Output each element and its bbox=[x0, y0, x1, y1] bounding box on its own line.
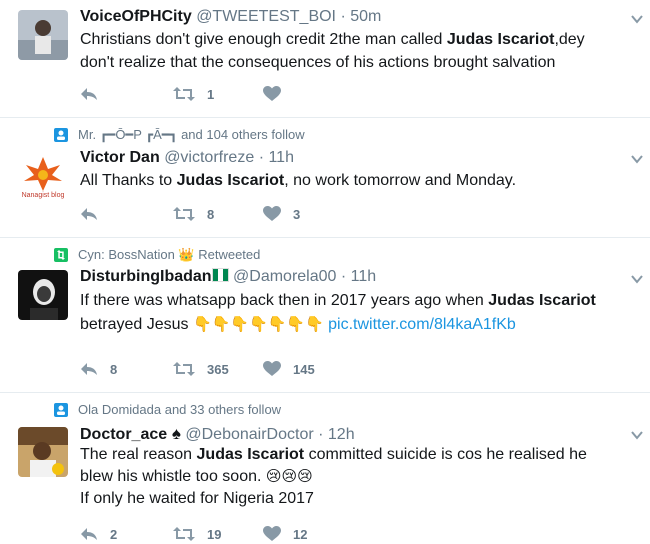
social-context[interactable]: Mr. ┏━Ō━P ┏Ā━┓ and 104 others follow bbox=[54, 127, 305, 143]
chevron-down-icon[interactable] bbox=[630, 428, 644, 442]
reply-count: 8 bbox=[110, 361, 118, 377]
reply-button[interactable] bbox=[80, 84, 98, 104]
heart-icon bbox=[263, 361, 281, 376]
retweet-button[interactable]: 365 bbox=[173, 359, 229, 379]
avatar-image bbox=[18, 427, 68, 477]
user-handle[interactable]: @victorfreze bbox=[164, 149, 254, 166]
tweet-header: Doctor_ace ♠ @DebonairDoctor · 12h bbox=[80, 424, 355, 444]
text-part: Christians don't give enough credit 2the… bbox=[80, 31, 447, 48]
chevron-down-icon[interactable] bbox=[630, 12, 644, 26]
chevron-down-icon[interactable] bbox=[630, 152, 644, 166]
like-count: 3 bbox=[293, 206, 301, 222]
follow-icon bbox=[54, 128, 68, 142]
reply-icon bbox=[81, 528, 97, 540]
text-part: If there was whatsapp back then in 2017 … bbox=[80, 292, 489, 309]
user-handle[interactable]: @TWEETEST_BOI bbox=[196, 8, 336, 25]
text-part: betrayed Jesus bbox=[80, 316, 193, 333]
like-button[interactable]: 145 bbox=[263, 359, 315, 379]
retweet-count: 19 bbox=[207, 526, 222, 542]
heart-icon bbox=[263, 526, 281, 541]
heart-icon bbox=[263, 206, 281, 221]
retweet-button[interactable]: 19 bbox=[173, 524, 221, 544]
retweet-context-icon bbox=[54, 248, 68, 262]
nigeria-flag-icon bbox=[211, 268, 229, 282]
social-context[interactable]: Cyn: BossNation 👑 Retweeted bbox=[54, 247, 260, 263]
tweet-time[interactable]: · 11h bbox=[341, 268, 376, 285]
highlight-text[interactable]: Judas Iscariot bbox=[197, 446, 305, 463]
tweet-1[interactable]: VoiceOfPHCity @TWEETEST_BOI · 50m Christ… bbox=[0, 0, 650, 118]
reply-icon bbox=[81, 88, 97, 100]
tweet-text: All Thanks to Judas Iscariot, no work to… bbox=[80, 169, 620, 192]
retweet-icon bbox=[173, 527, 195, 541]
text-part: The real reason bbox=[80, 446, 197, 463]
context-text: Cyn: BossNation 👑 Retweeted bbox=[78, 247, 261, 262]
reply-button[interactable]: 2 bbox=[80, 524, 117, 544]
tweet-text: If there was whatsapp back then in 2017 … bbox=[80, 289, 620, 337]
reply-button[interactable]: 8 bbox=[80, 359, 117, 379]
display-name[interactable]: Victor Dan bbox=[80, 149, 160, 166]
like-count: 12 bbox=[293, 526, 308, 542]
like-count: 145 bbox=[293, 361, 315, 377]
tweet-header: DisturbingIbadan @Damorela00 · 11h bbox=[80, 268, 376, 286]
retweet-count: 1 bbox=[207, 86, 215, 102]
highlight-text[interactable]: Judas Iscariot bbox=[447, 31, 555, 48]
reply-count: 2 bbox=[110, 526, 118, 542]
reply-icon bbox=[81, 363, 97, 375]
like-button[interactable]: 3 bbox=[263, 204, 300, 224]
avatar[interactable]: Nanagist blog bbox=[18, 153, 68, 203]
reply-button[interactable] bbox=[80, 204, 98, 224]
retweet-icon bbox=[173, 207, 195, 221]
like-button[interactable]: 12 bbox=[263, 524, 307, 544]
context-text: Mr. ┏━Ō━P ┏Ā━┓ and 104 others follow bbox=[78, 127, 305, 142]
avatar[interactable] bbox=[18, 270, 68, 320]
retweet-button[interactable]: 1 bbox=[173, 84, 214, 104]
media-link[interactable]: pic.twitter.com/8l4kaA1fKb bbox=[328, 316, 516, 333]
highlight-text[interactable]: Judas Iscariot bbox=[177, 172, 285, 189]
avatar-image bbox=[18, 270, 68, 320]
social-context[interactable]: Ola Domidada and 33 others follow bbox=[54, 402, 281, 417]
svg-text:Nanagist blog: Nanagist blog bbox=[22, 192, 65, 199]
avatar-image bbox=[18, 10, 68, 60]
pointing-down-emojis: 👇👇👇👇👇👇👇 bbox=[192, 316, 324, 333]
context-text: Ola Domidada and 33 others follow bbox=[78, 402, 282, 417]
retweet-count: 365 bbox=[207, 361, 229, 377]
display-name[interactable]: DisturbingIbadan bbox=[80, 268, 212, 285]
text-part: , no work tomorrow and Monday. bbox=[284, 172, 517, 189]
text-extra: If only he waited for Nigeria 2017 bbox=[80, 490, 314, 507]
avatar[interactable] bbox=[18, 10, 68, 60]
tweet-text: The real reason Judas Iscariot committed… bbox=[80, 444, 620, 510]
tweet-3[interactable]: Cyn: BossNation 👑 Retweeted DisturbingIb… bbox=[0, 238, 650, 393]
tweet-time[interactable]: · 12h bbox=[318, 426, 354, 443]
retweet-icon bbox=[173, 87, 195, 101]
highlight-text[interactable]: Judas Iscariot bbox=[488, 292, 596, 309]
crying-emojis: 😢😢😢 bbox=[265, 468, 313, 485]
tweet-time[interactable]: · 50m bbox=[340, 8, 381, 25]
display-name[interactable]: VoiceOfPHCity bbox=[80, 8, 192, 25]
follow-icon bbox=[54, 402, 68, 417]
avatar[interactable] bbox=[18, 427, 68, 477]
tweet-header: VoiceOfPHCity @TWEETEST_BOI · 50m bbox=[80, 8, 381, 26]
tweet-2[interactable]: Mr. ┏━Ō━P ┏Ā━┓ and 104 others follow Nan… bbox=[0, 118, 650, 238]
like-button[interactable] bbox=[263, 84, 293, 104]
retweet-count: 8 bbox=[207, 206, 215, 222]
tweet-header: Victor Dan @victorfreze · 11h bbox=[80, 149, 294, 167]
retweet-icon bbox=[173, 362, 195, 376]
reply-icon bbox=[81, 208, 97, 220]
tweet-4[interactable]: Ola Domidada and 33 others follow Doctor… bbox=[0, 393, 650, 542]
tweet-text: Christians don't give enough credit 2the… bbox=[80, 28, 620, 74]
user-handle[interactable]: @Damorela00 bbox=[233, 268, 336, 285]
display-name[interactable]: Doctor_ace bbox=[80, 426, 167, 443]
nanagist-logo: Nanagist blog bbox=[22, 157, 65, 199]
text-part: All Thanks to bbox=[80, 172, 177, 189]
user-handle[interactable]: @DebonairDoctor bbox=[185, 426, 313, 443]
spade-icon: ♠ bbox=[167, 424, 181, 443]
retweet-button[interactable]: 8 bbox=[173, 204, 214, 224]
heart-icon bbox=[263, 86, 281, 101]
tweet-time[interactable]: · 11h bbox=[259, 149, 294, 166]
chevron-down-icon[interactable] bbox=[630, 272, 644, 286]
